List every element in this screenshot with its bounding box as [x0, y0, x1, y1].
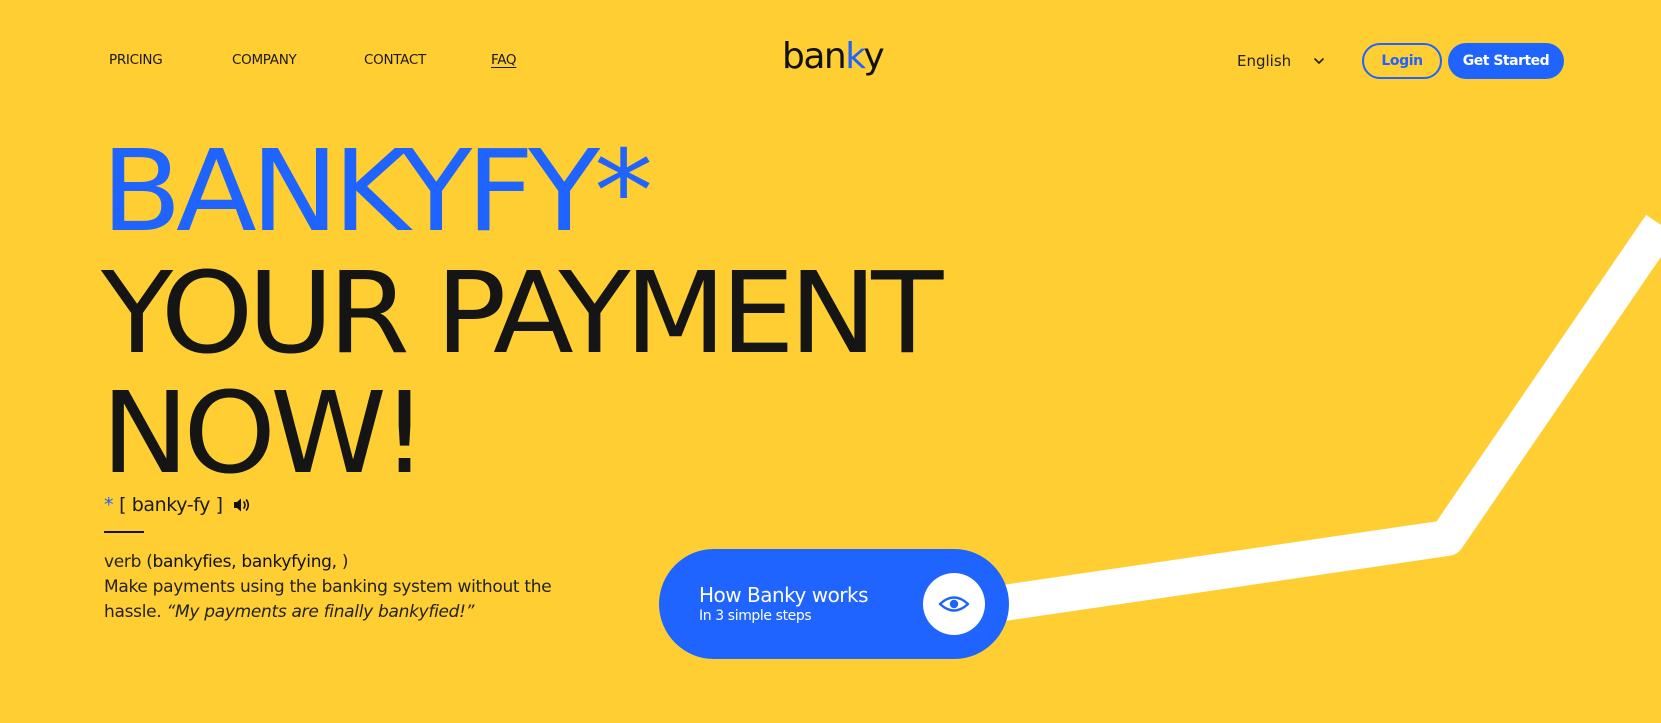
definition-prefix: verb ( — [104, 552, 153, 572]
get-started-button[interactable]: Get Started — [1448, 43, 1564, 79]
hero-headline-line-2: YOUR PAYMENT — [101, 247, 943, 379]
divider — [104, 531, 144, 533]
eye-icon — [938, 596, 970, 612]
pronunciation-asterisk: * — [104, 494, 114, 516]
definition-suffix: ) — [336, 552, 349, 572]
chevron-down-icon — [1314, 58, 1324, 64]
definition-quote: “My payments are finally bankyfied!” — [166, 602, 475, 622]
eye-button[interactable] — [923, 573, 985, 635]
definition-forms: bankyfies, bankyfying, — [152, 552, 338, 572]
nav-link-pricing[interactable]: PRICING — [109, 52, 163, 68]
how-banky-works-subtitle: In 3 simple steps — [699, 608, 812, 624]
hero-headline-line-3: NOW! — [101, 367, 428, 499]
login-button[interactable]: Login — [1362, 43, 1442, 79]
nav-link-company[interactable]: COMPANY — [232, 52, 297, 68]
hero-headline-line-1: BANKYFY* — [101, 125, 653, 257]
nav-link-contact[interactable]: CONTACT — [364, 52, 426, 68]
banky-logo[interactable]: banky — [782, 36, 885, 77]
how-banky-works-title: How Banky works — [699, 583, 869, 607]
definition: verb (bankyfies, bankyfying, ) Make paym… — [104, 550, 564, 625]
pronunciation: * [ banky-fy ] — [104, 494, 251, 516]
speaker-icon[interactable] — [233, 497, 251, 513]
how-banky-works-button[interactable]: How Banky works In 3 simple steps — [659, 549, 1009, 659]
pronunciation-text: [ banky-fy ] — [119, 494, 223, 516]
language-label: English — [1237, 52, 1292, 70]
nav-link-faq[interactable]: FAQ — [491, 52, 517, 68]
language-selector[interactable]: English — [1237, 52, 1325, 70]
